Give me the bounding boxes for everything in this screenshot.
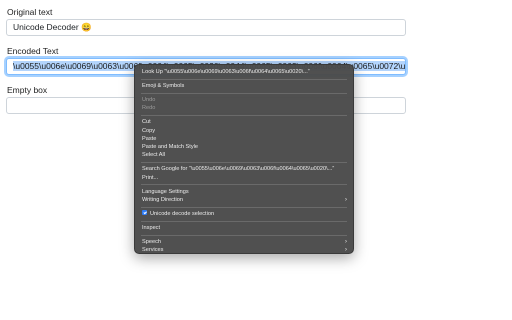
context-menu: Look Up “\u0055\u006e\u0069\u0063\u006f\… — [134, 64, 354, 254]
menu-separator — [141, 184, 347, 186]
menu-separator — [141, 114, 347, 116]
checkbox-icon — [142, 210, 147, 216]
menu-item-redo: Redo — [142, 105, 156, 112]
menu-item-copy[interactable]: Copy — [135, 127, 353, 135]
menu-item-emoji-symbols[interactable]: Emoji & Symbols — [135, 82, 353, 90]
original-text-label: Original text — [7, 7, 53, 17]
menu-item-paste[interactable]: Paste — [135, 135, 353, 143]
menu-separator — [141, 78, 347, 80]
menu-item-look-up[interactable]: Look Up “\u0055\u006e\u0069\u0063\u006f\… — [135, 68, 353, 76]
menu-item-select-all[interactable]: Select All — [135, 151, 353, 159]
menu-separator — [141, 206, 347, 208]
menu-item-paste-match-style[interactable]: Paste and Match Style — [135, 143, 353, 151]
menu-item-services[interactable]: Services › — [135, 246, 353, 254]
speech-label: Speech — [142, 238, 161, 245]
menu-item-search-google[interactable]: Search Google for “\u0055\u006e\u0069\u0… — [135, 165, 353, 173]
original-text-input[interactable]: Unicode Decoder 😄 — [6, 19, 406, 36]
menu-item-writing-direction[interactable]: Writing Direction › — [135, 196, 353, 204]
chevron-right-icon: › — [344, 237, 347, 245]
menu-item-unicode-decode[interactable]: Unicode decode selection — [135, 210, 353, 218]
menu-separator — [141, 220, 347, 222]
services-label: Services — [142, 247, 164, 254]
original-text-value: Unicode Decoder 😄 — [13, 22, 92, 32]
menu-item-language-settings[interactable]: Language Settings — [135, 188, 353, 196]
chevron-right-icon: › — [344, 246, 347, 254]
menu-item-speech[interactable]: Speech › — [135, 238, 353, 246]
menu-separator — [141, 162, 347, 164]
chevron-right-icon: › — [344, 196, 347, 203]
menu-item-cut[interactable]: Cut — [135, 118, 353, 126]
menu-item-undo: Undo — [142, 96, 156, 103]
menu-separator — [141, 234, 347, 236]
encoded-text-label: Encoded Text — [7, 46, 59, 56]
unicode-decode-label: Unicode decode selection — [150, 210, 215, 217]
empty-box-label: Empty box — [7, 85, 48, 95]
menu-separator — [141, 92, 347, 94]
writing-direction-label: Writing Direction — [142, 197, 183, 203]
menu-item-print[interactable]: Print... — [135, 174, 353, 182]
menu-item-inspect[interactable]: Inspect — [135, 224, 353, 232]
